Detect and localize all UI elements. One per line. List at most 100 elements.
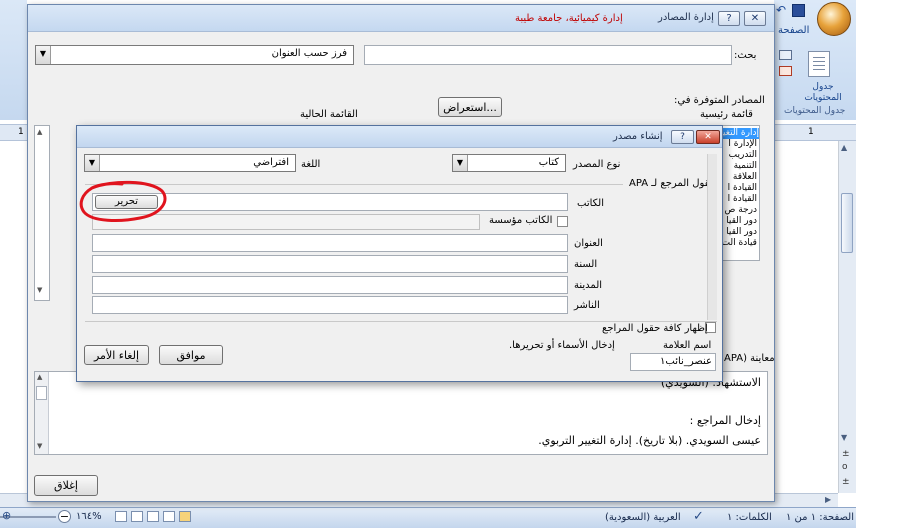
ruler-number-left: 1 (18, 127, 24, 137)
source-type-arrow-icon[interactable]: ▼ (453, 155, 468, 171)
scroll-right-arrow-icon[interactable]: ▶ (825, 495, 831, 504)
preview-scroll-up-icon[interactable]: ▲ (37, 373, 42, 381)
manager-close-button[interactable]: ✕ (744, 11, 766, 26)
ribbon-group-label: جدول المحتويات (784, 106, 846, 116)
master-list-item[interactable]: القيادة ا (728, 194, 757, 205)
draft-view-icon[interactable] (115, 511, 127, 522)
document-vertical-scrollbar[interactable]: ▲ ▼ ± o ± (838, 141, 856, 493)
master-list-item[interactable]: دور القيا (726, 216, 757, 227)
year-input[interactable] (92, 255, 568, 273)
publisher-label: الناشر (574, 300, 600, 311)
source-type-dropdown[interactable]: ▼ كتاب (452, 154, 566, 172)
scroll-down-arrow-icon[interactable]: ▼ (841, 433, 853, 442)
status-language[interactable]: العربية (السعودية) (605, 512, 681, 523)
manager-help-button[interactable]: ? (718, 11, 740, 26)
preview-scroll-thumb[interactable] (36, 386, 47, 400)
status-page[interactable]: الصفحة: ١ من ١ (786, 512, 854, 523)
print-layout-view-icon[interactable] (179, 511, 191, 522)
scroll-up-arrow-icon[interactable]: ▲ (841, 143, 853, 152)
status-words[interactable]: الكلمات: ١ (727, 512, 772, 523)
city-input[interactable] (92, 276, 568, 294)
publisher-input[interactable] (92, 296, 568, 314)
zoom-level[interactable]: ١٦٤% (76, 511, 102, 522)
spelling-check-icon[interactable]: ✓ (693, 509, 704, 524)
corporate-author-checkbox[interactable] (557, 216, 568, 227)
source-type-label: نوع المصدر (573, 159, 621, 170)
master-list-item[interactable]: إدارة التغيير (719, 128, 759, 139)
master-list-item[interactable]: التنمية (734, 161, 757, 172)
title-label: العنوان (574, 238, 603, 249)
preview-label: معاينة (APA (724, 353, 775, 364)
browse-button[interactable]: استعراض... (438, 97, 502, 117)
current-list-label: القائمة الحالية (300, 109, 358, 120)
view-buttons[interactable] (113, 510, 193, 524)
master-list-label: قائمة رئيسية (700, 109, 753, 120)
browse-object-icon[interactable]: o (842, 462, 848, 472)
source-type-value: كتاب (538, 157, 559, 168)
fields-bottom-rule (85, 321, 717, 322)
ribbon-left-strip (0, 0, 27, 120)
create-title: إنشاء مصدر (613, 131, 663, 142)
quick-save-icon[interactable] (792, 4, 805, 17)
sort-dropdown-arrow-icon[interactable]: ▼ (36, 46, 51, 64)
search-input[interactable] (364, 45, 732, 65)
city-label: المدينة (574, 280, 603, 291)
master-list-item[interactable]: دور القيا (726, 227, 757, 238)
title-input[interactable] (92, 234, 568, 252)
create-close-button[interactable]: ✕ (696, 130, 720, 144)
master-list-box[interactable]: إدارة التغيير الإدارة ا التدريب التنمية … (718, 125, 760, 261)
manager-title: إدارة المصادر (658, 12, 714, 23)
create-help-button[interactable]: ? (671, 130, 694, 144)
sort-dropdown[interactable]: ▼ فرز حسب العنوان (35, 45, 354, 65)
master-list-item[interactable]: التدريب (729, 150, 757, 161)
zoom-out-icon[interactable]: − (58, 510, 71, 523)
scroll-thumb[interactable] (841, 193, 853, 253)
available-sources-label: المصادر المتوفرة في: (674, 95, 765, 106)
year-label: السنة (574, 259, 598, 270)
red-annotation-circle (79, 180, 167, 222)
toc-button-label[interactable]: جدول المحتويات (800, 82, 846, 104)
ribbon-tab-home[interactable]: الصفحة (778, 25, 809, 36)
toc-icon[interactable] (808, 51, 830, 77)
master-list-item[interactable]: درجة ص (725, 205, 757, 216)
prev-page-icon[interactable]: ± (842, 449, 850, 459)
corporate-author-label: الكاتب مؤسسة (489, 215, 553, 226)
web-layout-view-icon[interactable] (147, 511, 159, 522)
next-page-icon[interactable]: ± (842, 477, 850, 487)
ribbon-small-icon-2[interactable] (779, 66, 792, 76)
master-list-item[interactable]: الإدارة ا (728, 139, 757, 150)
search-label: بحث: (734, 50, 757, 61)
names-hint: إدخال الأسماء أو تحريرها. (509, 340, 615, 351)
zoom-plus-left-icon[interactable]: ⊕ (2, 509, 11, 522)
master-list-item[interactable]: العلاقة (733, 172, 757, 183)
ok-button[interactable]: موافق (159, 345, 223, 365)
office-button[interactable] (817, 2, 851, 36)
create-source-dialog: ✕ ? إنشاء مصدر نوع المصدر ▼ كتاب اللغة ▼… (76, 125, 723, 382)
sort-value: فرز حسب العنوان (271, 48, 347, 59)
ribbon-small-icon-1[interactable] (779, 50, 792, 60)
current-list-scroll-down-icon[interactable]: ▼ (37, 286, 42, 294)
current-list-scroll-up-icon[interactable]: ▲ (37, 128, 42, 136)
fields-heading: حقول المرجع لـ APA (629, 178, 716, 189)
manager-close-dialog-button[interactable]: إغلاق (34, 475, 98, 496)
language-dropdown[interactable]: ▼ افتراضي (84, 154, 296, 172)
ruler-number-right: 1 (808, 127, 814, 137)
manager-document-title: إدارة كيميائية، جامعة طيبة (515, 13, 623, 24)
preview-scrollbar[interactable]: ▲ ▼ (35, 372, 49, 454)
right-scroll-gutter (707, 154, 717, 320)
current-list-box[interactable]: ▲ ▼ (34, 125, 50, 301)
quick-undo-icon[interactable]: ↶ (776, 4, 788, 16)
preview-bibliography-label: إدخال المراجع : (689, 414, 761, 427)
full-screen-view-icon[interactable] (163, 511, 175, 522)
tag-name-input[interactable]: عنصر_نائب١ (630, 353, 716, 371)
preview-scroll-down-icon[interactable]: ▼ (37, 442, 42, 450)
preview-reference: عيسى السويدي. (بلا تاريخ). إدارة التغيير… (538, 434, 761, 447)
master-list-item[interactable]: قيادة الت (722, 238, 757, 249)
outline-view-icon[interactable] (131, 511, 143, 522)
show-all-fields-label: إظهار كافة حقول المراجع (602, 323, 708, 334)
master-list-item[interactable]: القيادة ا (728, 183, 757, 194)
cancel-button[interactable]: إلغاء الأمر (84, 345, 149, 365)
tag-name-label: اسم العلامة (663, 340, 712, 351)
language-label: اللغة (301, 159, 321, 170)
language-arrow-icon[interactable]: ▼ (85, 155, 100, 171)
